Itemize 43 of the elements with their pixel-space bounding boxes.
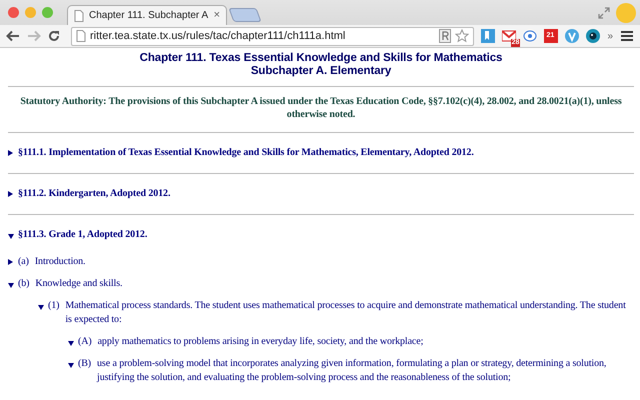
browser-tab[interactable]: Chapter 111. Subchapter A × bbox=[67, 5, 227, 25]
page-title: Subchapter A. Elementary bbox=[250, 65, 392, 78]
back-icon[interactable] bbox=[6, 30, 20, 42]
item-label: (a) bbox=[18, 255, 29, 269]
collapse-triangle-icon[interactable] bbox=[68, 341, 74, 346]
item-text: Knowledge and skills. bbox=[35, 277, 124, 291]
section-heading[interactable]: §111.1. Implementation of Texas Essential Knowledge and Skills for Mathematics, Elementary, Adopted 2012. bbox=[18, 146, 474, 160]
bookmark-icon[interactable] bbox=[481, 29, 496, 43]
item-label: (B) bbox=[78, 357, 92, 371]
collapse-triangle-icon[interactable] bbox=[8, 283, 14, 288]
reload-icon[interactable] bbox=[48, 30, 60, 42]
tab-close-button[interactable]: × bbox=[214, 10, 220, 21]
item-label: (b) bbox=[18, 277, 30, 291]
calendar-icon[interactable] bbox=[544, 29, 558, 43]
page-icon bbox=[76, 30, 86, 42]
collapse-triangle-icon[interactable] bbox=[68, 363, 74, 368]
section-heading[interactable]: §111.2. Kindergarten, Adopted 2012. bbox=[18, 187, 170, 201]
expand-triangle-icon[interactable] bbox=[8, 191, 13, 197]
star-icon[interactable] bbox=[455, 29, 470, 43]
expand-triangle-icon[interactable] bbox=[8, 150, 13, 156]
url-text: ritter.tea.state.tx.us/rules/tac/chapter111/ch111a.html bbox=[90, 30, 346, 42]
collapse-triangle-icon[interactable] bbox=[38, 305, 44, 310]
page-title: Chapter 111. Texas Essential Knowledge and Skills for Mathematics bbox=[138, 52, 504, 65]
close-window-icon[interactable] bbox=[8, 7, 19, 18]
item-text: apply mathematics to problems arising in everyday life, society, and the workplace; bbox=[98, 335, 424, 349]
expand-triangle-icon[interactable] bbox=[8, 259, 13, 265]
page-icon bbox=[74, 10, 84, 22]
item-label: (1) bbox=[48, 299, 60, 313]
item-text: use a problem-solving model that incorporates analyzing given information, formulating a plan or strategy, determining a solution, justifying the solution, and evaluating the problem-solving process and the reasonableness of the solution; bbox=[97, 357, 608, 385]
item-text: Mathematical process standards. The student uses mathematical processes to acquire and demonstrate mathematical understanding. The student is expected to: bbox=[65, 299, 627, 327]
tab-title: Chapter 111. Subchapter A bbox=[89, 10, 209, 21]
statutory-authority-text: Statutory Authority: The provisions of this Subchapter A issued under the Texas Education Code, §§7.102(c)(4), 28.002, and 28.0021(a)(1), unless otherwise noted. bbox=[19, 95, 623, 122]
fullscreen-icon[interactable] bbox=[598, 6, 610, 18]
v-logo-icon[interactable] bbox=[565, 29, 580, 43]
camera-lens-icon[interactable] bbox=[586, 29, 600, 43]
extensions-overflow-button[interactable]: » bbox=[607, 30, 613, 42]
address-bar[interactable]: ritter.tea.state.tx.us/rules/tac/chapter111/ch111a.html bbox=[71, 26, 474, 46]
collapse-triangle-icon[interactable] bbox=[8, 234, 14, 239]
item-text: Introduction. bbox=[34, 255, 86, 269]
menu-icon[interactable] bbox=[620, 30, 634, 42]
item-label: (A) bbox=[78, 335, 92, 349]
reader-icon[interactable] bbox=[439, 29, 452, 43]
section-heading[interactable]: §111.3. Grade 1, Adopted 2012. bbox=[18, 228, 148, 242]
